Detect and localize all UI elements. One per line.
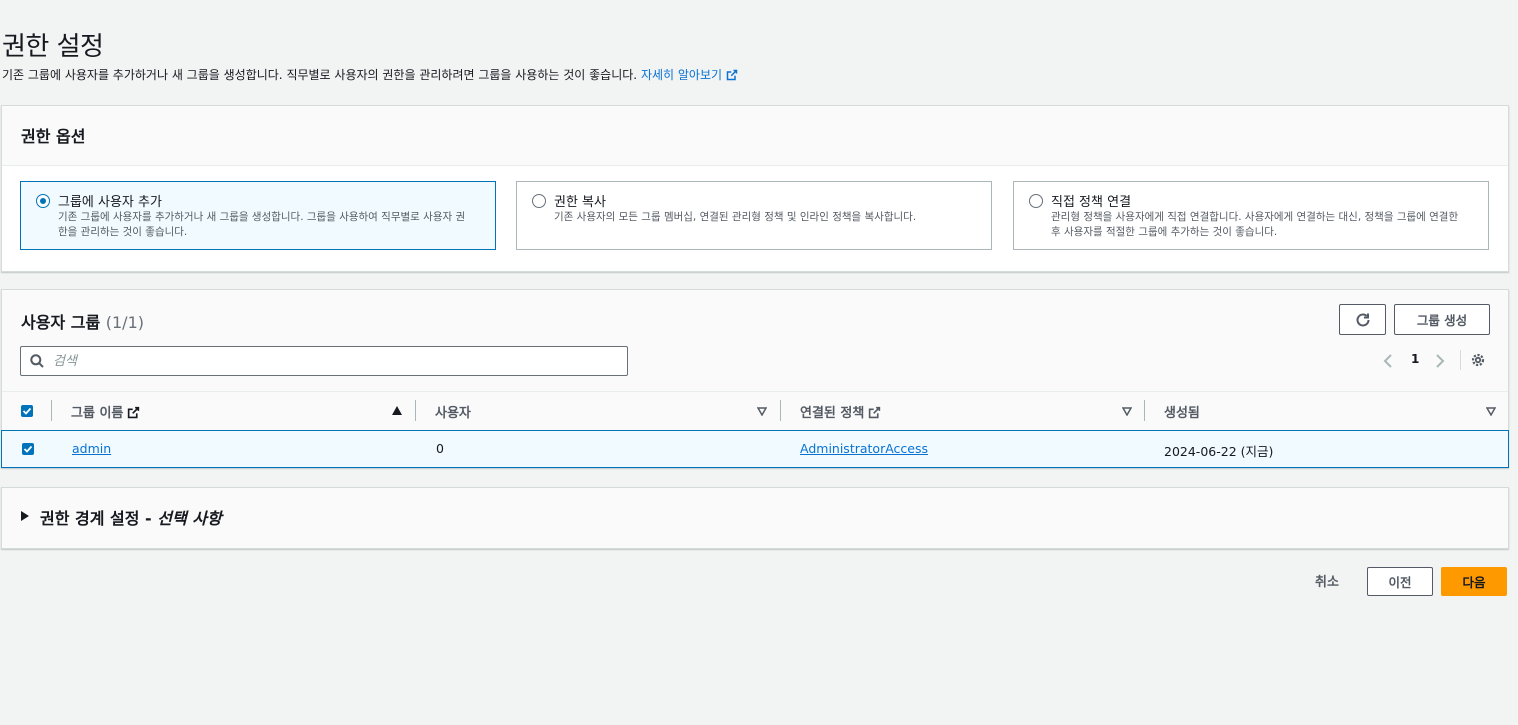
page-number[interactable]: 1 <box>1411 352 1419 366</box>
column-header-created[interactable]: 생성됨 <box>1164 402 1200 421</box>
permission-boundary-panel[interactable]: 권한 경계 설정 - 선택 사항 <box>1 487 1509 549</box>
refresh-button[interactable] <box>1339 304 1386 335</box>
page-title: 권한 설정 <box>2 32 104 62</box>
option-description: 기존 사용자의 모든 그룹 멤버십, 연결된 관리형 정책 및 인라인 정책을 … <box>554 211 917 223</box>
option-copy-permissions[interactable]: 권한 복사 기존 사용자의 모든 그룹 멤버십, 연결된 관리형 정책 및 인라… <box>516 181 992 250</box>
radio-add-to-group[interactable] <box>36 194 50 208</box>
radio-attach-policies[interactable] <box>1029 194 1043 208</box>
learn-more-link[interactable]: 자세히 알아보기 <box>641 68 738 82</box>
option-label: 직접 정책 연결 <box>1051 195 1132 210</box>
policy-link[interactable]: AdministratorAccess <box>800 441 928 456</box>
column-label: 연결된 정책 <box>800 406 865 421</box>
user-groups-panel: 사용자 그룹 (1/1) 그룹 생성 1 그룹 이름 사용자 연결된 정책 생성… <box>1 289 1509 468</box>
search-field[interactable] <box>20 346 628 376</box>
permission-boundary-title[interactable]: 권한 경계 설정 - 선택 사항 <box>40 505 222 529</box>
column-divider <box>780 400 781 421</box>
checkmark-icon <box>23 445 33 453</box>
column-divider <box>51 400 52 421</box>
row-checkbox[interactable] <box>22 443 34 455</box>
permission-options-panel: 권한 옵션 그룹에 사용자 추가 기존 그룹에 사용자를 추가하거나 새 그룹을… <box>1 105 1509 272</box>
boundary-title-text: 권한 경계 설정 - <box>40 509 158 528</box>
previous-button[interactable]: 이전 <box>1367 567 1433 596</box>
column-header-group-name[interactable]: 그룹 이름 <box>71 402 140 421</box>
option-label: 그룹에 사용자 추가 <box>58 195 162 210</box>
prev-page-icon[interactable] <box>1383 353 1393 369</box>
page-description-text: 기존 그룹에 사용자를 추가하거나 새 그룹을 생성합니다. 직무별로 사용자의… <box>2 68 638 82</box>
cell-users: 0 <box>436 441 444 456</box>
create-group-button[interactable]: 그룹 생성 <box>1394 304 1490 335</box>
sort-icon[interactable] <box>1122 407 1132 416</box>
boundary-optional-text: 선택 사항 <box>157 509 222 528</box>
search-icon <box>30 354 44 368</box>
cell-policy: AdministratorAccess <box>800 441 928 456</box>
option-attach-policies[interactable]: 직접 정책 연결 관리형 정책을 사용자에게 직접 연결합니다. 사용자에게 연… <box>1013 181 1489 250</box>
permission-options-header: 권한 옵션 <box>2 106 1508 166</box>
column-header-policies[interactable]: 연결된 정책 <box>800 402 881 421</box>
column-header-users[interactable]: 사용자 <box>435 402 471 421</box>
permission-options-title: 권한 옵션 <box>21 127 86 146</box>
radio-copy-permissions[interactable] <box>532 194 546 208</box>
user-groups-count: (1/1) <box>105 313 144 332</box>
option-label: 권한 복사 <box>554 195 606 210</box>
next-page-icon[interactable] <box>1435 353 1445 369</box>
table-row[interactable]: admin 0 AdministratorAccess 2024-06-22 (… <box>1 430 1509 468</box>
cancel-button[interactable]: 취소 <box>1300 568 1354 592</box>
sort-icon[interactable] <box>1486 407 1496 416</box>
user-groups-title: 사용자 그룹 (1/1) <box>21 309 144 333</box>
sort-icon[interactable] <box>757 407 767 416</box>
settings-gear-icon[interactable] <box>1470 352 1486 368</box>
checkmark-icon <box>22 407 32 415</box>
refresh-icon <box>1356 312 1369 326</box>
column-divider <box>415 400 416 421</box>
option-add-to-group[interactable]: 그룹에 사용자 추가 기존 그룹에 사용자를 추가하거나 새 그룹을 생성합니다… <box>20 181 496 250</box>
learn-more-label: 자세히 알아보기 <box>640 68 723 82</box>
cell-created: 2024-06-22 (지금) <box>1164 444 1274 459</box>
page-description: 기존 그룹에 사용자를 추가하거나 새 그룹을 생성합니다. 직무별로 사용자의… <box>2 66 738 83</box>
external-link-icon <box>726 69 738 81</box>
option-description: 관리형 정책을 사용자에게 직접 연결합니다. 사용자에게 연결하는 대신, 정… <box>1051 211 1459 238</box>
pager-divider <box>1460 350 1461 370</box>
group-name-link[interactable]: admin <box>72 441 111 456</box>
next-button[interactable]: 다음 <box>1441 567 1507 596</box>
search-input[interactable] <box>51 350 615 372</box>
external-link-icon <box>128 406 140 419</box>
cell-group-name: admin <box>72 441 111 456</box>
table-header: 그룹 이름 사용자 연결된 정책 생성됨 <box>2 391 1508 431</box>
column-label: 그룹 이름 <box>71 406 124 421</box>
option-description: 기존 그룹에 사용자를 추가하거나 새 그룹을 생성합니다. 그룹을 사용하여 … <box>58 211 466 238</box>
sort-ascending-icon[interactable] <box>392 406 402 415</box>
select-all-checkbox[interactable] <box>21 405 33 417</box>
external-link-icon <box>869 406 881 419</box>
column-divider <box>1144 400 1145 421</box>
user-groups-title-text: 사용자 그룹 <box>21 313 101 332</box>
expand-caret-icon[interactable] <box>21 511 29 521</box>
